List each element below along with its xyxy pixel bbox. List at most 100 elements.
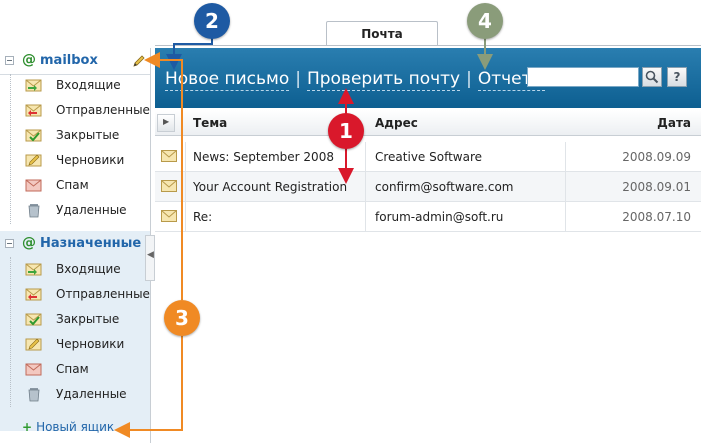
assigned-panel: @ Назначенные Входящие Отправленные Закр…	[0, 231, 150, 431]
at-icon: @	[22, 235, 36, 251]
envelope-icon	[161, 180, 177, 192]
envelope-icon	[161, 150, 177, 162]
column-header-address[interactable]: Адрес	[365, 110, 565, 136]
closed-icon	[25, 313, 42, 326]
column-menu-arrow-icon: ▶	[163, 117, 170, 126]
row-subject: Your Account Registration	[193, 180, 348, 194]
annotation-badge-4: 4	[467, 3, 503, 39]
help-button[interactable]: ?	[667, 67, 687, 87]
annotation-badge-1: 1	[328, 113, 364, 149]
new-mailbox-label: Новый ящик	[36, 420, 115, 434]
annotation-badge-3: 3	[164, 300, 200, 336]
sidebar-item-label: Закрытые	[56, 128, 120, 142]
row-date: 2008.09.01	[622, 180, 691, 194]
at-icon: @	[22, 52, 36, 68]
sidebar-item-label: Отправленные	[56, 103, 150, 117]
table-row[interactable]: Re: forum-admin@soft.ru 2008.07.10	[155, 202, 701, 232]
row-subject: News: September 2008	[193, 150, 334, 164]
inbox-icon	[25, 79, 42, 92]
tab-mail[interactable]: Почта	[326, 21, 438, 46]
column-divider	[185, 172, 186, 202]
row-date: 2008.07.10	[622, 210, 691, 224]
pencil-icon[interactable]	[132, 54, 146, 68]
sidebar-item-drafts[interactable]: Черновики	[22, 149, 147, 173]
toolbar: Новое письмо | Проверить почту | Отчеты ?	[155, 48, 701, 108]
sidebar-item-label: Черновики	[56, 153, 125, 167]
column-divider	[365, 202, 366, 232]
sidebar-item-closed[interactable]: Закрытые	[22, 124, 147, 148]
table-row[interactable]: Your Account Registration confirm@softwa…	[155, 172, 701, 202]
main-panel: Новое письмо | Проверить почту | Отчеты ? ▶ …	[155, 48, 701, 443]
sidebar-item-inbox[interactable]: Входящие	[22, 74, 147, 98]
column-menu-button[interactable]: ▶	[157, 114, 175, 132]
column-divider	[185, 142, 186, 172]
sidebar: @ mailbox Входящие Отправленные Закрытые…	[0, 48, 151, 443]
toolbar-separator: |	[466, 69, 472, 89]
drafts-icon	[25, 338, 42, 351]
inbox-icon	[25, 263, 42, 276]
magnifier-icon	[645, 70, 659, 84]
sidebar-item-label: Удаленные	[56, 387, 127, 401]
drafts-icon	[25, 154, 42, 167]
row-address: confirm@software.com	[375, 180, 514, 194]
trash-icon	[28, 388, 40, 402]
sidebar-item-trash[interactable]: Удаленные	[22, 199, 147, 223]
sidebar-collapse-handle[interactable]: ◀	[145, 235, 155, 281]
assigned-header[interactable]: @ Назначенные	[0, 231, 150, 257]
row-subject: Re:	[193, 210, 213, 224]
spam-icon	[25, 179, 42, 192]
sidebar-item-label: Входящие	[56, 78, 121, 92]
sidebar-item-assigned-closed[interactable]: Закрытые	[22, 308, 147, 332]
sidebar-item-assigned-inbox[interactable]: Входящие	[22, 258, 147, 282]
collapse-minus-icon[interactable]	[5, 239, 14, 248]
mailbox-header[interactable]: @ mailbox	[0, 48, 150, 75]
closed-icon	[25, 129, 42, 142]
sidebar-item-label: Входящие	[56, 262, 121, 276]
new-mailbox-link[interactable]: + Новый ящик	[22, 420, 114, 434]
column-divider	[185, 202, 186, 232]
collapse-minus-icon[interactable]	[5, 56, 14, 65]
new-message-link[interactable]: Новое письмо	[165, 69, 290, 91]
chevron-left-icon: ◀	[147, 250, 154, 260]
row-address: Creative Software	[375, 150, 483, 164]
tab-divider	[155, 45, 701, 46]
column-divider	[365, 142, 366, 172]
column-divider	[565, 142, 566, 172]
assigned-title[interactable]: Назначенные	[40, 236, 141, 251]
mailbox-panel: @ mailbox Входящие Отправленные Закрытые…	[0, 48, 150, 228]
tree-line	[10, 257, 12, 407]
sidebar-item-assigned-trash[interactable]: Удаленные	[22, 383, 147, 407]
plus-icon: +	[22, 420, 33, 434]
sidebar-item-label: Спам	[56, 178, 89, 192]
sidebar-item-label: Спам	[56, 362, 89, 376]
search-input[interactable]	[527, 67, 639, 87]
row-address: forum-admin@soft.ru	[375, 210, 504, 224]
row-date: 2008.09.09	[622, 150, 691, 164]
column-divider	[565, 202, 566, 232]
sidebar-item-label: Отправленные	[56, 287, 150, 301]
check-mail-link[interactable]: Проверить почту	[306, 69, 461, 91]
sent-icon	[25, 104, 42, 117]
column-divider	[565, 172, 566, 202]
spam-icon	[25, 363, 42, 376]
sidebar-item-label: Удаленные	[56, 203, 127, 217]
sidebar-item-label: Закрытые	[56, 312, 120, 326]
annotation-badge-2: 2	[194, 3, 230, 39]
toolbar-separator: |	[295, 69, 301, 89]
sidebar-item-spam[interactable]: Спам	[22, 174, 147, 198]
sidebar-item-sent[interactable]: Отправленные	[22, 99, 150, 123]
sidebar-item-assigned-drafts[interactable]: Черновики	[22, 333, 147, 357]
envelope-icon	[161, 210, 177, 222]
toolbar-links: Новое письмо | Проверить почту | Отчеты	[165, 69, 545, 91]
search-button[interactable]	[642, 67, 662, 87]
sidebar-item-assigned-sent[interactable]: Отправленные	[22, 283, 150, 307]
mailbox-title[interactable]: mailbox	[40, 53, 98, 68]
column-divider	[365, 172, 366, 202]
sent-icon	[25, 288, 42, 301]
trash-icon	[28, 204, 40, 218]
table-row[interactable]: News: September 2008 Creative Software 2…	[155, 142, 701, 172]
sidebar-item-assigned-spam[interactable]: Спам	[22, 358, 147, 382]
tree-line	[10, 74, 12, 224]
column-header-date[interactable]: Дата	[575, 110, 701, 136]
sidebar-item-label: Черновики	[56, 337, 125, 351]
